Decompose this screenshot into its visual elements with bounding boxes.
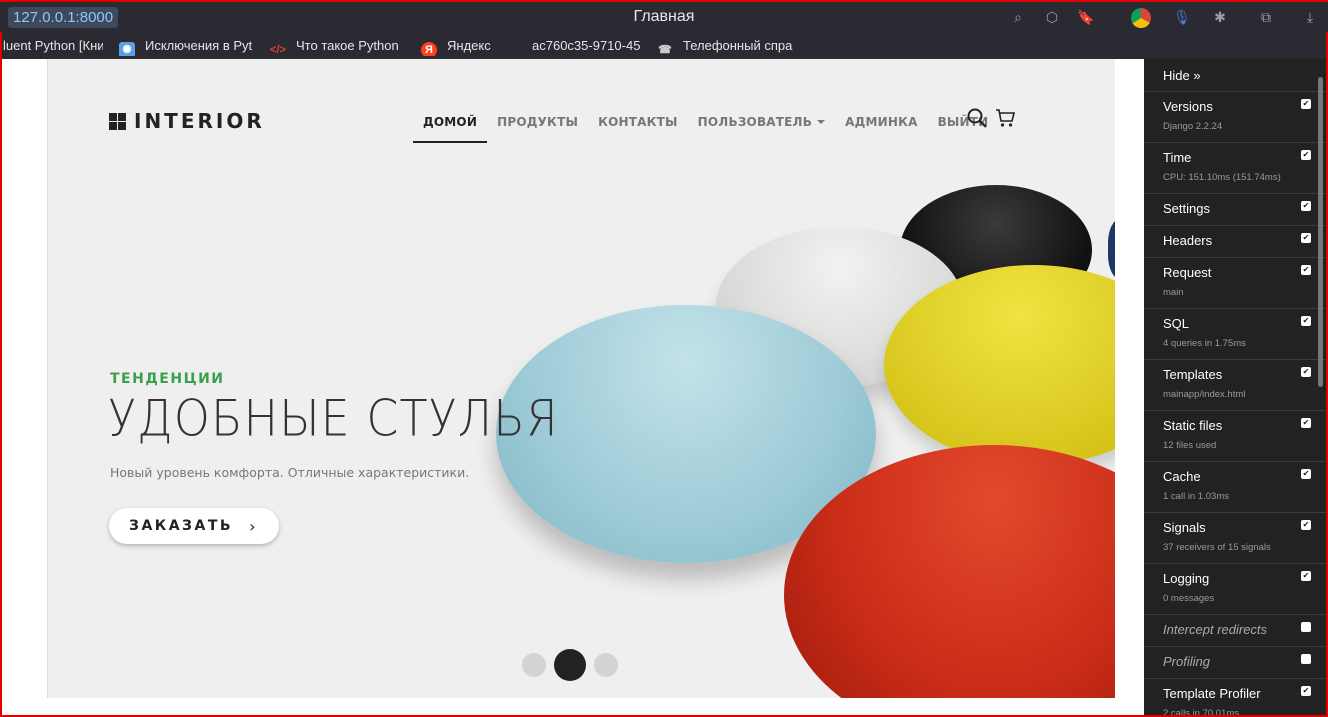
panel-toggle-checkbox[interactable]	[1301, 654, 1311, 664]
debug-panel-subtitle: 2 calls in 70.01ms	[1163, 708, 1240, 715]
navy-pouf-image	[1108, 219, 1115, 279]
debug-panel-intercept-redirects[interactable]: Intercept redirects	[1144, 615, 1326, 647]
bookmark-label: Что такое Python	[296, 38, 399, 53]
debug-panel-subtitle: 4 queries in 1.75ms	[1163, 338, 1246, 349]
slider-dot[interactable]	[594, 653, 618, 677]
debug-panel-template-profiler[interactable]: Template Profiler 2 calls in 70.01ms ✔	[1144, 679, 1326, 715]
panel-toggle-checkbox[interactable]: ✔	[1301, 99, 1311, 109]
debug-panel-subtitle: main	[1163, 287, 1184, 298]
nav-label: ДОМОЙ	[423, 115, 478, 129]
gear-favicon-icon: ✺	[119, 42, 135, 56]
caret-down-icon	[817, 120, 826, 124]
bookmark-item[interactable]: </> Что такое Python	[270, 36, 402, 56]
nav-item-user[interactable]: ПОЛЬЗОВАТЕЛЬ	[688, 111, 835, 143]
nav-label: ПОЛЬЗОВАТЕЛЬ	[697, 115, 813, 129]
hero-kicker: ТЕНДЕНЦИИ	[110, 371, 225, 387]
browser-toolbar: 127.0.0.1:8000 Главная ⌕ ⬡ 🔖 🎙 ✱ ⧉ ⤓	[0, 0, 1328, 32]
hide-toolbar-button[interactable]: Hide »	[1144, 59, 1326, 92]
chevron-right-icon: ›	[249, 516, 256, 536]
debug-panel-versions[interactable]: Versions Django 2.2.24 ✔	[1144, 92, 1326, 143]
search-icon[interactable]	[966, 107, 988, 129]
hero-slider: INTERIOR ДОМОЙ ПРОДУКТЫ КОНТАКТЫ ПОЛЬЗОВ…	[47, 59, 1115, 698]
panel-toggle-checkbox[interactable]: ✔	[1301, 686, 1311, 696]
page-content: INTERIOR ДОМОЙ ПРОДУКТЫ КОНТАКТЫ ПОЛЬЗОВ…	[2, 59, 1144, 715]
window-title: Главная	[633, 8, 695, 25]
order-button-label: ЗАКАЗАТЬ	[129, 518, 234, 534]
extension-icon[interactable]: ⬡	[1042, 8, 1062, 28]
debug-panel-templates[interactable]: Templates mainapp/index.html ✔	[1144, 360, 1326, 411]
panel-toggle-checkbox[interactable]: ✔	[1301, 265, 1311, 275]
logo-text: INTERIOR	[134, 109, 265, 133]
zoom-icon[interactable]: ⌕	[1008, 8, 1028, 28]
nav-item-contacts[interactable]: КОНТАКТЫ	[588, 111, 688, 143]
bookmark-item[interactable]: ac760c35-9710-455	[532, 36, 640, 56]
phone-icon: ☎	[658, 44, 672, 56]
panel-toggle-checkbox[interactable]: ✔	[1301, 233, 1311, 243]
debug-panel-subtitle: mainapp/index.html	[1163, 389, 1246, 400]
bookmark-item[interactable]: ✺ Исключения в Pyt	[119, 36, 255, 56]
main-nav: ДОМОЙ ПРОДУКТЫ КОНТАКТЫ ПОЛЬЗОВАТЕЛЬ АДМ…	[413, 111, 998, 143]
panel-toggle-checkbox[interactable]: ✔	[1301, 201, 1311, 211]
logo-grid-icon	[109, 112, 126, 130]
bookmark-label: Телефонный спра	[683, 38, 793, 53]
debug-panel-time[interactable]: Time CPU: 151.10ms (151.74ms) ✔	[1144, 143, 1326, 194]
debug-panel-subtitle: Django 2.2.24	[1163, 121, 1223, 132]
debug-panel-cache[interactable]: Cache 1 call in 1.03ms ✔	[1144, 462, 1326, 513]
bug-extension-icon[interactable]: ✱	[1210, 8, 1230, 28]
nav-item-products[interactable]: ПРОДУКТЫ	[487, 111, 588, 143]
debug-panel-request[interactable]: Request main ✔	[1144, 258, 1326, 309]
yandex-icon: Я	[421, 42, 437, 56]
debug-panel-subtitle: 12 files used	[1163, 440, 1217, 451]
debug-panel-profiling[interactable]: Profiling	[1144, 647, 1326, 679]
nav-item-admin[interactable]: АДМИНКА	[835, 111, 928, 143]
debug-panel-headers[interactable]: Headers ✔	[1144, 226, 1326, 258]
panel-toggle-checkbox[interactable]: ✔	[1301, 571, 1311, 581]
debug-panel-subtitle: 0 messages	[1163, 593, 1215, 604]
nav-label: КОНТАКТЫ	[598, 115, 678, 129]
debug-panel-subtitle: 37 receivers of 15 signals	[1163, 542, 1271, 553]
nav-label: ПРОДУКТЫ	[497, 115, 579, 129]
chrome-icon[interactable]	[1131, 8, 1151, 28]
slider-dot-active[interactable]	[554, 649, 586, 681]
debug-panel-subtitle: 1 call in 1.03ms	[1163, 491, 1230, 502]
debug-panel-static-files[interactable]: Static files 12 files used ✔	[1144, 411, 1326, 462]
bookmark-icon[interactable]: 🔖	[1076, 8, 1096, 28]
panel-toggle-checkbox[interactable]: ✔	[1301, 469, 1311, 479]
microphone-icon[interactable]: 🎙	[1172, 8, 1192, 28]
debug-panel-signals[interactable]: Signals 37 receivers of 15 signals ✔	[1144, 513, 1326, 564]
panel-toggle-checkbox[interactable]: ✔	[1301, 520, 1311, 530]
bookmark-item[interactable]: luent Python [Кни	[3, 36, 103, 56]
bookmark-label: Исключения в Pyt	[145, 38, 253, 53]
hero-subtitle: Новый уровень комфорта. Отличные характе…	[110, 465, 470, 480]
code-icon: </>	[270, 44, 286, 56]
nav-item-home[interactable]: ДОМОЙ	[413, 111, 488, 143]
bookmarks-bar: luent Python [Кни ✺ Исключения в Pyt </> Ч…	[0, 32, 1328, 59]
download-icon[interactable]: ⤓	[1300, 8, 1320, 28]
bookmark-item[interactable]: ☎ Телефонный спра	[657, 36, 793, 56]
panel-toggle-checkbox[interactable]: ✔	[1301, 316, 1311, 326]
debug-panel-subtitle: CPU: 151.10ms (151.74ms)	[1163, 172, 1281, 183]
panel-toggle-checkbox[interactable]: ✔	[1301, 367, 1311, 377]
site-logo[interactable]: INTERIOR	[109, 109, 265, 133]
debug-panel-logging[interactable]: Logging 0 messages ✔	[1144, 564, 1326, 615]
hero-headline: УДОБНЫЕ СТУЛЬЯ	[108, 389, 559, 448]
order-button[interactable]: ЗАКАЗАТЬ ›	[109, 508, 279, 544]
bookmark-label: Яндекс	[447, 38, 491, 53]
bookmark-item[interactable]: Я Яндекс	[421, 36, 501, 56]
debug-panel-settings[interactable]: Settings ✔	[1144, 194, 1326, 226]
toolbar-scrollbar[interactable]	[1318, 77, 1323, 387]
nav-label: АДМИНКА	[845, 115, 918, 129]
bookmark-label: ac760c35-9710-455	[532, 38, 640, 53]
cart-icon[interactable]	[994, 107, 1016, 129]
bookmark-label: luent Python [Кни	[3, 38, 103, 53]
slider-dot[interactable]	[522, 653, 546, 677]
debug-toolbar: Hide » Versions Django 2.2.24 ✔ Time CPU: 15…	[1144, 59, 1326, 715]
debug-panel-sql[interactable]: SQL 4 queries in 1.75ms ✔	[1144, 309, 1326, 360]
panel-toggle-checkbox[interactable]: ✔	[1301, 150, 1311, 160]
panel-toggle-checkbox[interactable]: ✔	[1301, 418, 1311, 428]
puzzle-icon[interactable]: ⧉	[1256, 8, 1276, 28]
panel-toggle-checkbox[interactable]	[1301, 622, 1311, 632]
